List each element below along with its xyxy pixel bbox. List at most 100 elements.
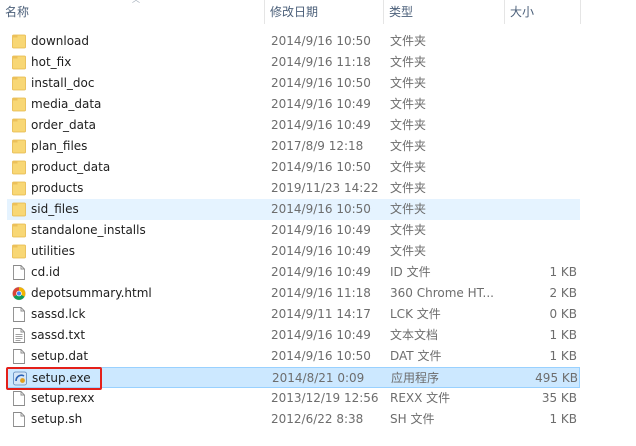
folder-row[interactable]: product_data 2014/9/16 10:50 文件夹 <box>7 157 580 178</box>
file-size <box>505 115 577 136</box>
file-name: sassd.lck <box>31 307 86 321</box>
file-size: 1 KB <box>549 328 577 342</box>
file-type: SH 文件 <box>390 412 435 426</box>
file-size: 0 KB <box>549 307 577 321</box>
file-type: 文件夹 <box>390 223 427 237</box>
file-date: 2014/9/16 10:50 <box>271 349 371 363</box>
file-row[interactable]: setup.rexx 2013/12/19 12:56 REXX 文件 35 KB <box>7 388 580 409</box>
file-date: 2019/11/23 14:22 <box>271 181 379 195</box>
file-name: install_doc <box>31 76 95 90</box>
folder-icon <box>12 223 26 238</box>
file-size: 35 KB <box>541 391 577 405</box>
column-header-type-label: 类型 <box>389 5 414 19</box>
file-type: 文件夹 <box>390 118 427 132</box>
folder-row[interactable]: install_doc 2014/9/16 10:50 文件夹 <box>7 73 580 94</box>
folder-icon <box>12 34 26 49</box>
file-date: 2014/9/16 10:49 <box>271 244 371 258</box>
folder-row[interactable]: order_data 2014/9/16 10:49 文件夹 <box>7 115 580 136</box>
file-type: 文件夹 <box>390 139 427 153</box>
file-size: 2 KB <box>549 286 577 300</box>
file-size: 1 KB <box>549 265 577 279</box>
file-name: download <box>31 34 90 48</box>
file-name: plan_files <box>31 139 88 153</box>
file-name: order_data <box>31 118 97 132</box>
file-date: 2014/9/16 10:50 <box>271 160 371 174</box>
file-size <box>505 199 577 220</box>
file-row[interactable]: setup.sh 2012/6/22 8:38 SH 文件 1 KB <box>7 409 580 430</box>
file-size: 1 KB <box>549 349 577 363</box>
file-size <box>505 94 577 115</box>
file-row[interactable]: sassd.lck 2014/9/11 14:17 LCK 文件 0 KB <box>7 304 580 325</box>
column-header-date-label: 修改日期 <box>270 5 319 19</box>
chrome-icon <box>12 286 26 301</box>
file-size <box>505 73 577 94</box>
file-type: 文件夹 <box>390 160 427 174</box>
file-name: sassd.txt <box>31 328 86 342</box>
file-date: 2014/9/16 11:18 <box>271 286 371 300</box>
file-name: setup.dat <box>31 349 89 363</box>
folder-icon <box>12 244 26 259</box>
folder-row[interactable]: plan_files 2017/8/9 12:18 文件夹 <box>7 136 580 157</box>
file-size <box>505 52 577 73</box>
file-size <box>505 178 577 199</box>
file-type: 文本文档 <box>390 328 439 342</box>
file-row[interactable]: setup.dat 2014/9/16 10:50 DAT 文件 1 KB <box>7 346 580 367</box>
file-type: 文件夹 <box>390 34 427 48</box>
sort-arrow-icon: ︿ <box>132 0 140 4</box>
file-date: 2014/9/16 10:50 <box>271 34 371 48</box>
column-header-type[interactable]: 类型 <box>384 0 504 24</box>
folder-row[interactable]: download 2014/9/16 10:50 文件夹 <box>7 31 580 52</box>
file-size <box>505 241 577 262</box>
file-name: sid_files <box>31 202 79 216</box>
file-type: REXX 文件 <box>390 391 451 405</box>
file-type: 文件夹 <box>390 202 427 216</box>
column-header-size[interactable]: 大小 <box>505 0 580 24</box>
file-row[interactable]: depotsummary.html 2014/9/16 11:18 360 Chro… <box>7 283 580 304</box>
file-icon <box>12 349 26 364</box>
file-type: ID 文件 <box>390 265 431 279</box>
folder-row[interactable]: utilities 2014/9/16 10:49 文件夹 <box>7 241 580 262</box>
file-name: utilities <box>31 244 75 258</box>
file-name: setup.sh <box>31 412 83 426</box>
folder-icon <box>12 118 26 133</box>
folder-icon <box>12 76 26 91</box>
column-header-bar: 名称 ︿ 修改日期 类型 大小 <box>0 0 636 24</box>
file-size: 1 KB <box>549 412 577 426</box>
file-icon <box>12 391 26 406</box>
file-type: 应用程序 <box>391 371 440 385</box>
file-name: product_data <box>31 160 111 174</box>
column-header-date[interactable]: 修改日期 <box>265 0 383 24</box>
file-icon <box>12 412 26 427</box>
folder-row[interactable]: hot_fix 2014/9/16 11:18 文件夹 <box>7 52 580 73</box>
file-row[interactable]: sassd.txt 2014/9/16 10:49 文本文档 1 KB <box>7 325 580 346</box>
file-name: standalone_installs <box>31 223 146 237</box>
file-name: cd.id <box>31 265 60 279</box>
file-name: depotsummary.html <box>31 286 152 300</box>
file-date: 2014/9/16 10:49 <box>271 223 371 237</box>
file-type: 文件夹 <box>390 76 427 90</box>
file-name: setup.rexx <box>31 391 95 405</box>
file-date: 2017/8/9 12:18 <box>271 139 364 153</box>
file-type: 文件夹 <box>390 181 427 195</box>
folder-row[interactable]: standalone_installs 2014/9/16 10:49 文件夹 <box>7 220 580 241</box>
file-date: 2013/12/19 12:56 <box>271 391 379 405</box>
file-size <box>505 220 577 241</box>
folder-icon <box>12 181 26 196</box>
file-date: 2012/6/22 8:38 <box>271 412 364 426</box>
column-header-name-label: 名称 <box>5 5 30 19</box>
folder-row[interactable]: products 2019/11/23 14:22 文件夹 <box>7 178 580 199</box>
file-date: 2014/9/16 11:18 <box>271 55 371 69</box>
folder-icon <box>12 55 26 70</box>
file-row[interactable]: cd.id 2014/9/16 10:49 ID 文件 1 KB <box>7 262 580 283</box>
column-divider[interactable] <box>580 0 581 24</box>
file-type: 文件夹 <box>390 55 427 69</box>
file-type: DAT 文件 <box>390 349 442 363</box>
file-icon <box>12 265 26 280</box>
folder-row[interactable]: media_data 2014/9/16 10:49 文件夹 <box>7 94 580 115</box>
file-date: 2014/9/16 10:49 <box>271 97 371 111</box>
file-size: 495 KB <box>535 371 578 385</box>
file-name: hot_fix <box>31 55 72 69</box>
file-date: 2014/9/16 10:49 <box>271 118 371 132</box>
folder-icon <box>12 139 26 154</box>
folder-row[interactable]: sid_files 2014/9/16 10:50 文件夹 <box>7 199 580 220</box>
